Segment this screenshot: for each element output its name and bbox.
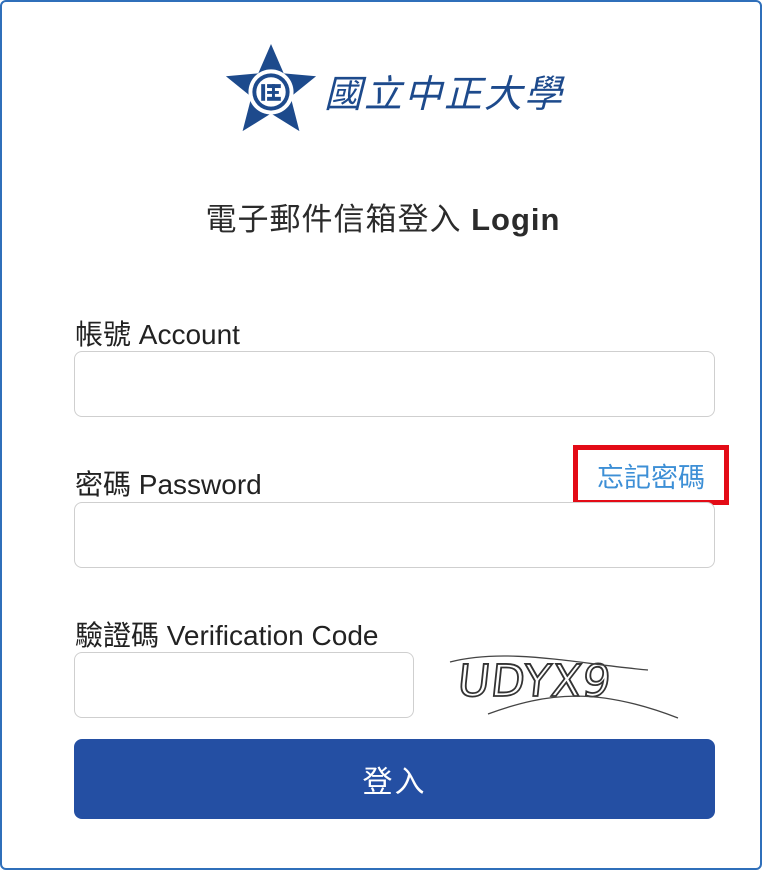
account-input[interactable] <box>74 351 715 417</box>
university-name: 國立中正大學 <box>324 71 565 116</box>
forgot-password-highlight: 忘記密碼 <box>573 445 729 505</box>
login-button[interactable]: 登入 <box>74 739 715 819</box>
captcha-input[interactable] <box>74 652 414 718</box>
university-emblem-icon <box>225 43 317 132</box>
password-label: 密碼 Password <box>75 469 262 500</box>
login-card: 國立中正大學 電子郵件信箱登入 Login 帳號 Account 密碼 Pass… <box>0 0 762 870</box>
forgot-password-link[interactable]: 忘記密碼 <box>597 456 705 495</box>
page-title-zh: 電子郵件信箱登入 <box>205 202 472 237</box>
page-title: 電子郵件信箱登入 Login <box>2 194 764 239</box>
captcha-label: 驗證碼 Verification Code <box>75 620 379 651</box>
account-label: 帳號 Account <box>75 319 240 350</box>
captcha-image: UDYX9 <box>449 655 679 719</box>
password-input[interactable] <box>74 502 715 568</box>
page-title-en: Login <box>471 202 561 237</box>
university-logo: 國立中正大學 <box>222 40 564 140</box>
